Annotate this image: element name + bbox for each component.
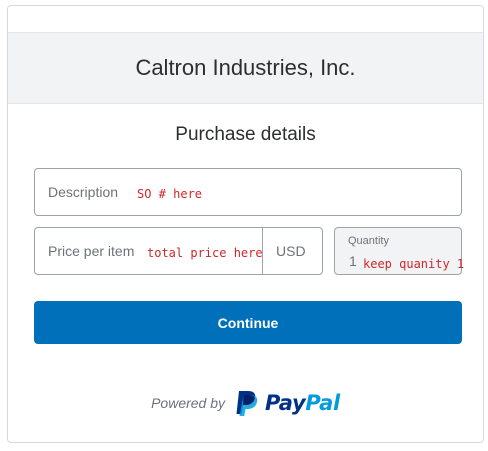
checkout-card: Caltron Industries, Inc. Purchase detail… <box>7 5 484 443</box>
continue-button[interactable]: Continue <box>34 301 462 344</box>
powered-by-paypal: Powered by PayPal <box>8 387 483 419</box>
merchant-header: Caltron Industries, Inc. <box>8 32 483 104</box>
quantity-field[interactable]: Quantity 1 keep quanity 1 <box>334 227 465 275</box>
price-label: Price per item <box>48 243 135 259</box>
paypal-wordmark-pay: Pay <box>265 391 306 415</box>
paypal-wordmark: PayPal <box>265 391 340 415</box>
purchase-details-title: Purchase details <box>175 124 316 145</box>
quantity-label: Quantity <box>348 235 389 247</box>
paypal-wordmark-pal: Pal <box>305 391 340 415</box>
description-label: Description <box>48 184 119 200</box>
price-per-item-field[interactable]: Price per item total price here USD <box>34 227 323 275</box>
powered-by-text: Powered by <box>151 395 226 411</box>
description-annotation: SO # here <box>137 187 203 201</box>
paypal-logo-icon <box>236 391 258 416</box>
merchant-name: Caltron Industries, Inc. <box>135 55 356 80</box>
quantity-value: 1 <box>349 253 357 269</box>
description-field[interactable]: Description SO # here <box>34 168 462 216</box>
price-annotation: total price here <box>147 246 263 260</box>
currency-label: USD <box>276 243 306 259</box>
quantity-annotation: keep quanity 1 <box>363 257 465 271</box>
currency-divider <box>262 228 263 274</box>
